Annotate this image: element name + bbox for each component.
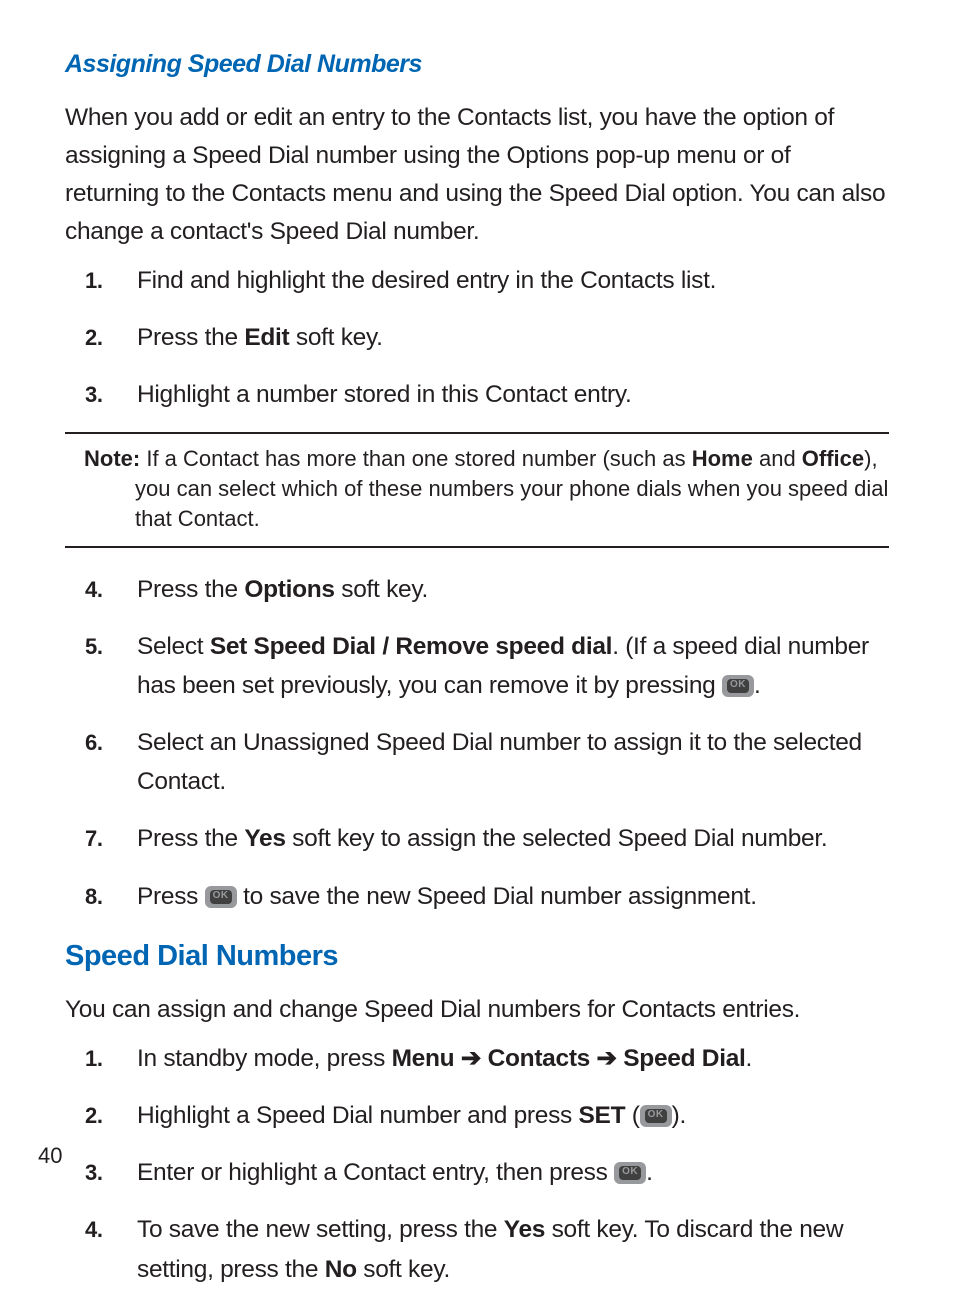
intro-paragraph-1: When you add or edit an entry to the Con…: [65, 99, 889, 251]
steps-list-2: 1. In standby mode, press Menu ➔ Contact…: [85, 1039, 889, 1289]
note-label: Note:: [84, 446, 140, 471]
step-text: Select an Unassigned Speed Dial number t…: [137, 723, 889, 801]
step-text: Find and highlight the desired entry in …: [137, 261, 889, 300]
step-text: Enter or highlight a Contact entry, then…: [137, 1153, 889, 1192]
step-text: To save the new setting, press the Yes s…: [137, 1210, 889, 1288]
heading-speed-dial-numbers: Speed Dial Numbers: [65, 940, 889, 973]
step-text: Press to save the new Speed Dial number …: [137, 877, 889, 916]
step-text: Highlight a number stored in this Contac…: [137, 375, 889, 414]
ok-button-icon: [640, 1105, 672, 1127]
step-number: 3.: [85, 1155, 137, 1190]
intro-paragraph-2: You can assign and change Speed Dial num…: [65, 991, 889, 1029]
step-text: Press the Options soft key.: [137, 570, 889, 609]
step-number: 2.: [85, 320, 137, 355]
step-number: 4.: [85, 1212, 137, 1247]
step-text: Select Set Speed Dial / Remove speed dia…: [137, 627, 889, 705]
step-7: 7. Press the Yes soft key to assign the …: [85, 819, 889, 858]
step-number: 8.: [85, 879, 137, 914]
step-4: 4. To save the new setting, press the Ye…: [85, 1210, 889, 1288]
step-number: 1.: [85, 263, 137, 298]
step-text: Press the Edit soft key.: [137, 318, 889, 357]
step-number: 6.: [85, 725, 137, 760]
ok-button-icon: [614, 1162, 646, 1184]
step-number: 7.: [85, 821, 137, 856]
step-4: 4. Press the Options soft key.: [85, 570, 889, 609]
step-number: 1.: [85, 1041, 137, 1076]
step-2: 2. Press the Edit soft key.: [85, 318, 889, 357]
step-5: 5. Select Set Speed Dial / Remove speed …: [85, 627, 889, 705]
step-3: 3. Enter or highlight a Contact entry, t…: [85, 1153, 889, 1192]
step-number: 2.: [85, 1098, 137, 1133]
step-number: 4.: [85, 572, 137, 607]
step-number: 5.: [85, 629, 137, 664]
step-text: Highlight a Speed Dial number and press …: [137, 1096, 889, 1135]
note-text: If a Contact has more than one stored nu…: [135, 446, 888, 530]
steps-list-1b: 4. Press the Options soft key. 5. Select…: [85, 570, 889, 916]
steps-list-1: 1. Find and highlight the desired entry …: [85, 261, 889, 415]
step-1: 1. In standby mode, press Menu ➔ Contact…: [85, 1039, 889, 1078]
step-2: 2. Highlight a Speed Dial number and pre…: [85, 1096, 889, 1135]
ok-button-icon: [205, 886, 237, 908]
note-box: Note: If a Contact has more than one sto…: [65, 432, 889, 547]
step-number: 3.: [85, 377, 137, 412]
ok-button-icon: [722, 675, 754, 697]
page-number: 40: [38, 1143, 62, 1169]
step-8: 8. Press to save the new Speed Dial numb…: [85, 877, 889, 916]
heading-assigning-speed-dial: Assigning Speed Dial Numbers: [65, 50, 889, 79]
step-text: Press the Yes soft key to assign the sel…: [137, 819, 889, 858]
step-text: In standby mode, press Menu ➔ Contacts ➔…: [137, 1039, 889, 1078]
step-3: 3. Highlight a number stored in this Con…: [85, 375, 889, 414]
step-1: 1. Find and highlight the desired entry …: [85, 261, 889, 300]
step-6: 6. Select an Unassigned Speed Dial numbe…: [85, 723, 889, 801]
